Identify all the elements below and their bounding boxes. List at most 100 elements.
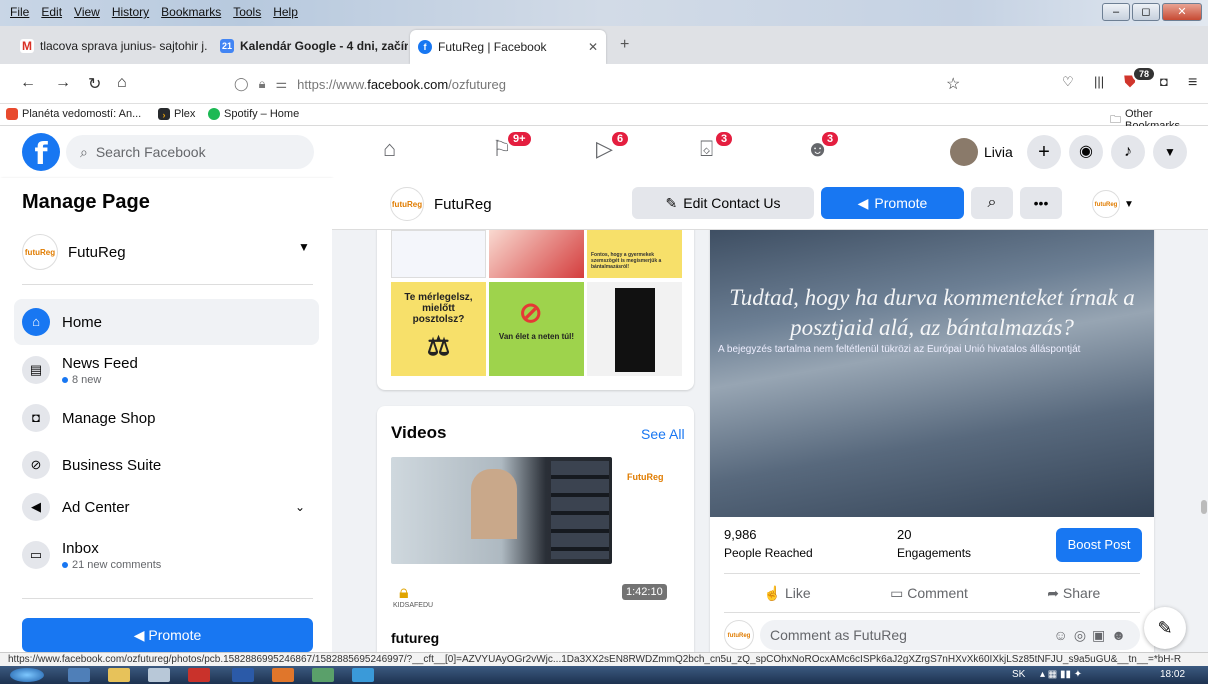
marketplace-nav-icon[interactable]: ⌺ 3 bbox=[700, 130, 735, 162]
page-selector[interactable]: futuReg FutuReg bbox=[22, 234, 126, 270]
more-options-button[interactable]: ••• bbox=[1020, 187, 1062, 219]
taskbar-app[interactable] bbox=[232, 668, 254, 682]
new-message-icon[interactable]: ✎ bbox=[1144, 607, 1186, 649]
watch-nav-icon[interactable]: ▷ 6 bbox=[596, 130, 631, 162]
library-icon[interactable]: ||| bbox=[1094, 74, 1104, 89]
comment-button[interactable]: ▭ Comment bbox=[890, 585, 968, 602]
url-bar[interactable]: ◯ 🔒︎ ⚌ https://www.facebook.com/ozfuture… bbox=[226, 70, 971, 98]
messenger-icon[interactable]: ◉ bbox=[1069, 135, 1103, 169]
photo-thumbnail[interactable]: Te mérlegelsz, mielőtt posztolsz? ⚖ bbox=[391, 282, 486, 376]
lock-icon[interactable]: 🔒︎ bbox=[259, 76, 266, 92]
create-button[interactable]: + bbox=[1027, 135, 1061, 169]
menu-history[interactable]: History bbox=[112, 5, 149, 19]
video-channel-name[interactable]: futureg bbox=[391, 630, 439, 646]
page-identity[interactable]: futuReg FutuReg bbox=[390, 187, 492, 221]
clock[interactable]: 18:02 bbox=[1160, 669, 1185, 680]
menu-bookmarks[interactable]: Bookmarks bbox=[161, 5, 221, 19]
tray-icons[interactable]: ▴ ▦ ▮▮ ✦ bbox=[1040, 669, 1082, 680]
photo-thumbnail[interactable] bbox=[489, 230, 584, 278]
like-button[interactable]: ☝ Like bbox=[764, 585, 811, 602]
bookmark-spotify[interactable]: Spotify – Home bbox=[208, 108, 299, 120]
menu-tools[interactable]: Tools bbox=[233, 5, 261, 19]
bookmark-label: Spotify – Home bbox=[224, 108, 300, 120]
pocket-icon[interactable]: ♡ bbox=[1062, 74, 1074, 90]
photo-thumbnail[interactable] bbox=[587, 282, 682, 376]
notifications-bell-icon[interactable]: ♪ bbox=[1111, 135, 1145, 169]
photo-thumbnail[interactable] bbox=[391, 230, 486, 278]
page-dropdown-chevron-icon[interactable]: ▼ bbox=[298, 240, 310, 254]
bookmark-planeta[interactable]: Planéta vedomostí: An... bbox=[6, 108, 141, 120]
bookmark-star-icon[interactable]: ☆ bbox=[946, 74, 960, 94]
extension-shield-icon[interactable]: ⛊ 78 bbox=[1124, 66, 1157, 92]
forward-icon[interactable]: → bbox=[55, 74, 71, 92]
close-icon[interactable]: ✕ bbox=[588, 40, 598, 54]
menu-file[interactable]: File bbox=[10, 5, 29, 19]
chevron-down-icon[interactable]: ⌄ bbox=[295, 500, 305, 514]
megaphone-icon: ◀ bbox=[133, 627, 149, 643]
menu-bar: File Edit View History Bookmarks Tools H… bbox=[0, 0, 1208, 26]
close-window-button[interactable]: ✕ bbox=[1162, 3, 1202, 21]
sidebar-item-business-suite[interactable]: ⊘ Business Suite bbox=[14, 442, 319, 488]
sidebar-item-manage-shop[interactable]: ◘ Manage Shop bbox=[14, 395, 319, 441]
promote-button[interactable]: ◀ Promote bbox=[22, 618, 313, 652]
new-tab-button[interactable]: + bbox=[620, 36, 629, 54]
taskbar-app[interactable] bbox=[272, 668, 294, 682]
account-chevron-down-icon[interactable]: ▼ bbox=[1153, 135, 1187, 169]
voice-selector[interactable]: futuReg ▼ bbox=[1092, 190, 1134, 218]
comment-tools-icons[interactable]: ☺◎▣☻ bbox=[1054, 627, 1140, 644]
taskbar-app[interactable] bbox=[68, 668, 90, 682]
sidebar-title: Manage Page bbox=[22, 191, 150, 213]
tab-calendar[interactable]: 21 Kalendár Google - 4 dni, začín... ✕ bbox=[212, 33, 408, 59]
promote-header-button[interactable]: ◀ Promote bbox=[821, 187, 964, 219]
taskbar-app[interactable] bbox=[312, 668, 334, 682]
minimize-button[interactable]: – bbox=[1102, 3, 1130, 21]
home-icon: ⌂ bbox=[22, 308, 50, 336]
shield-icon[interactable]: ◯ bbox=[234, 76, 249, 92]
taskbar-app[interactable] bbox=[108, 668, 130, 682]
video-thumbnail[interactable] bbox=[391, 457, 612, 564]
photo-thumbnail[interactable]: Fontos, hogy a gyermekek szemszögét is m… bbox=[587, 230, 682, 278]
sidebar-item-home[interactable]: ⌂ Home bbox=[14, 299, 319, 345]
flag-nav-icon[interactable]: ⚐ 9+ bbox=[492, 130, 533, 162]
scrollbar-thumb[interactable] bbox=[1201, 500, 1207, 514]
hamburger-menu-icon[interactable]: ≡ bbox=[1188, 74, 1197, 92]
start-button[interactable] bbox=[10, 668, 44, 682]
permissions-icon[interactable]: ⚌ bbox=[275, 76, 287, 92]
home-icon[interactable]: ⌂ bbox=[117, 74, 127, 92]
tab-label: tlacova sprava junius- sajtohir j... bbox=[40, 39, 208, 53]
menu-help[interactable]: Help bbox=[273, 5, 298, 19]
share-button[interactable]: ➦ Share bbox=[1047, 585, 1100, 602]
boost-post-button[interactable]: Boost Post bbox=[1056, 528, 1142, 562]
search-page-button[interactable]: ⌕ bbox=[971, 187, 1013, 219]
photo-thumbnail[interactable]: ⊘ Van élet a neten túl! bbox=[489, 282, 584, 376]
reload-icon[interactable]: ↻ bbox=[88, 74, 101, 94]
menu-edit[interactable]: Edit bbox=[41, 5, 62, 19]
taskbar-app[interactable] bbox=[148, 668, 170, 682]
edit-contact-button[interactable]: ✎ Edit Contact Us bbox=[632, 187, 814, 219]
language-indicator[interactable]: SK bbox=[1012, 669, 1025, 680]
home-nav-icon[interactable]: ⌂ bbox=[383, 136, 396, 162]
post-image[interactable]: Tudtad, hogy ha durva kommenteket írnak … bbox=[710, 230, 1154, 517]
post-card: Tudtad, hogy ha durva kommenteket írnak … bbox=[710, 230, 1154, 652]
tab-gmail[interactable]: M tlacova sprava junius- sajtohir j... ✕ bbox=[12, 33, 208, 59]
menu-view[interactable]: View bbox=[74, 5, 100, 19]
page-name: FutuReg bbox=[68, 243, 126, 261]
sidebar-item-inbox[interactable]: ▭ Inbox 21 new comments bbox=[14, 532, 319, 578]
tab-facebook[interactable]: f FutuReg | Facebook ✕ bbox=[410, 30, 606, 64]
engagements-value: 20 bbox=[897, 527, 912, 542]
see-all-link[interactable]: See All bbox=[641, 426, 685, 442]
groups-nav-icon[interactable]: ☻ 3 bbox=[806, 130, 841, 162]
search-input[interactable]: ⌕ Search Facebook bbox=[66, 135, 314, 169]
extension-icon[interactable]: ◘ bbox=[1160, 74, 1168, 89]
taskbar-app[interactable] bbox=[188, 668, 210, 682]
comment-input[interactable]: Comment as FutuReg ☺◎▣☻ bbox=[760, 620, 1140, 650]
maximize-button[interactable]: ◻ bbox=[1132, 3, 1160, 21]
post-disclaimer: A bejegyzés tartalma nem feltétlenül tük… bbox=[718, 344, 1081, 355]
back-icon[interactable]: ← bbox=[20, 74, 36, 92]
sidebar-item-ad-center[interactable]: ◀ Ad Center ⌄ bbox=[14, 484, 319, 530]
taskbar-app[interactable] bbox=[352, 668, 374, 682]
facebook-logo-icon[interactable]: f bbox=[22, 133, 60, 172]
sidebar-item-news-feed[interactable]: ▤ News Feed 8 new bbox=[14, 347, 319, 393]
profile-button[interactable]: Livia bbox=[948, 136, 1021, 168]
bookmark-plex[interactable]: › Plex bbox=[158, 108, 195, 120]
